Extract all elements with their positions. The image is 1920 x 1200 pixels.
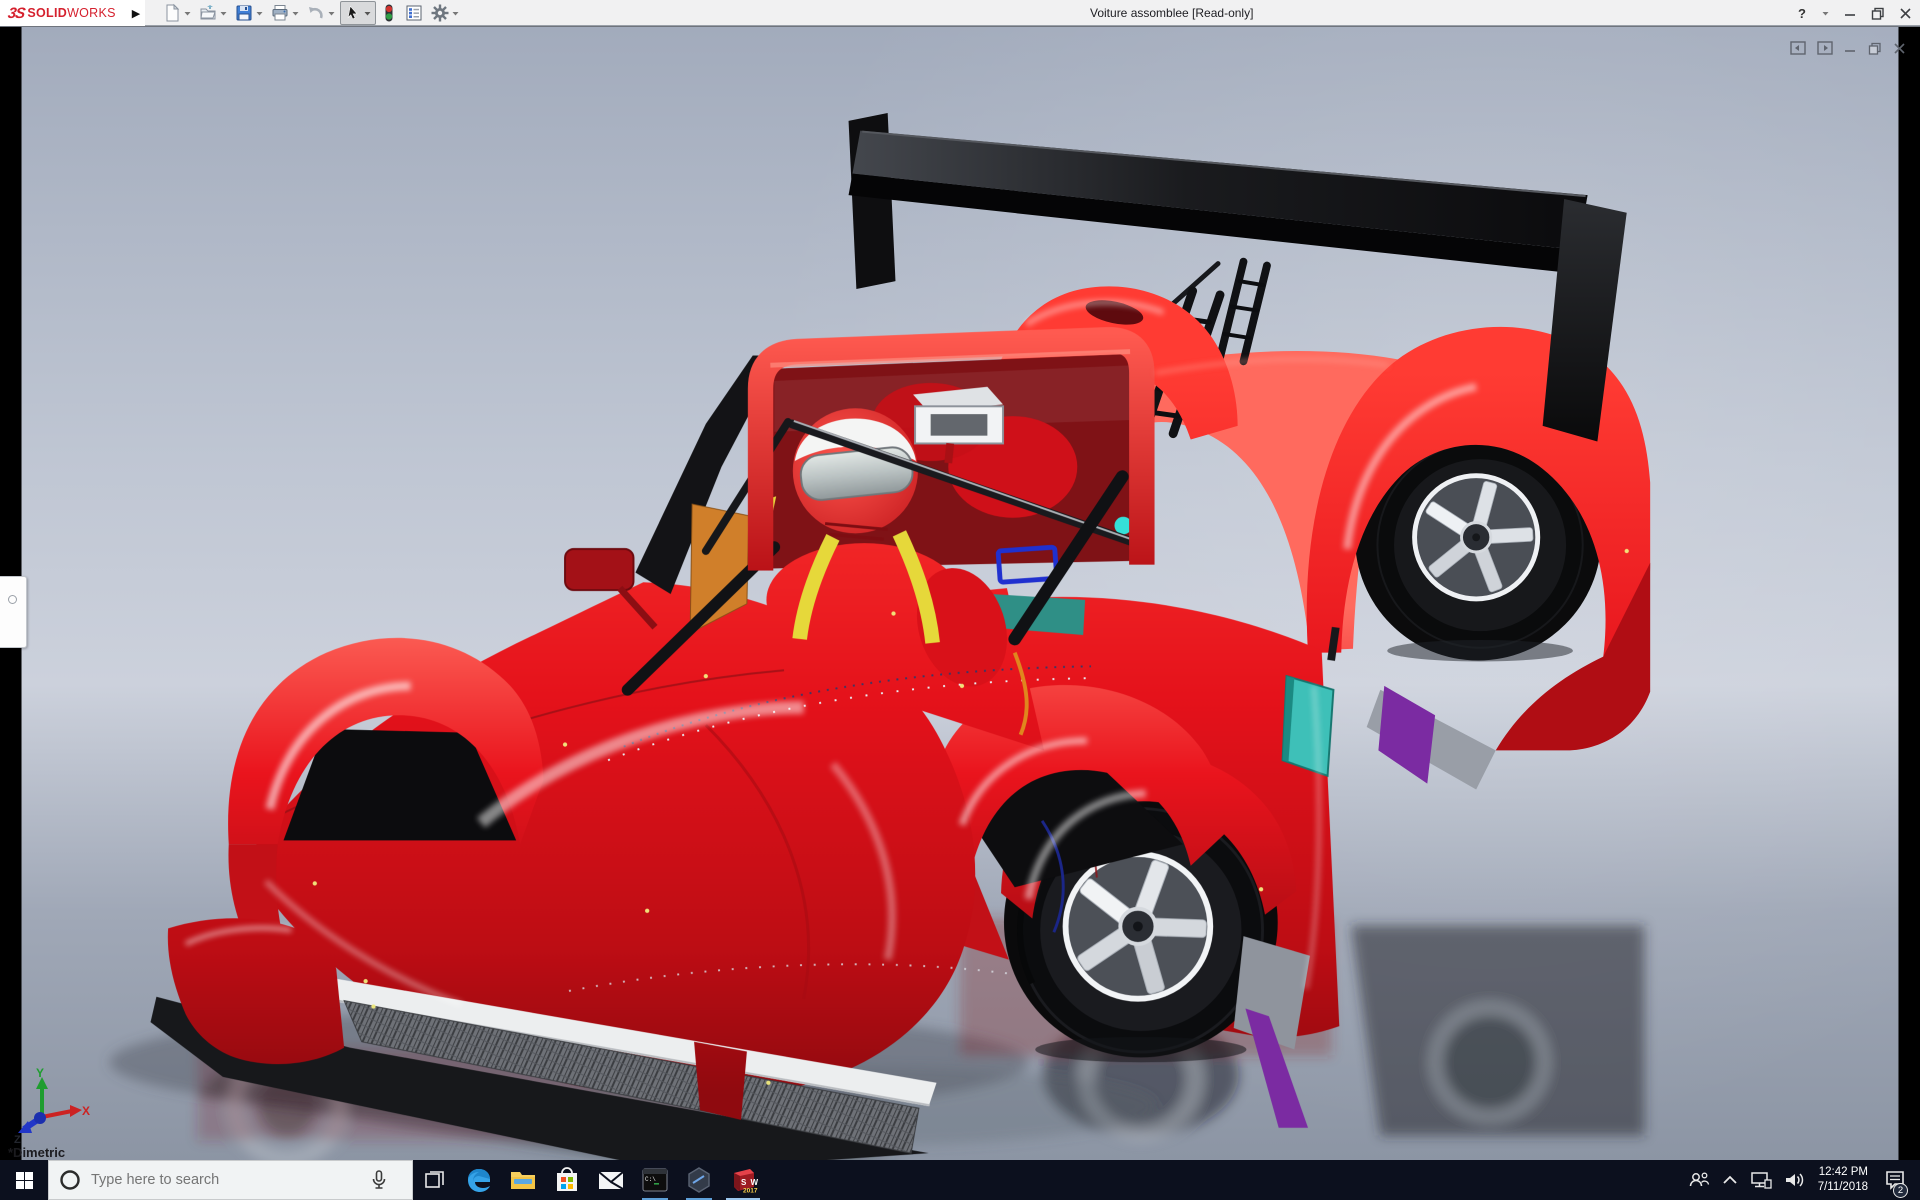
start-button[interactable]: [0, 1160, 48, 1200]
notification-badge: 2: [1893, 1183, 1908, 1198]
action-center-button[interactable]: 2: [1880, 1160, 1910, 1200]
doc-minimize-button[interactable]: [1844, 42, 1857, 55]
graphics-viewport[interactable]: Y X Z *Dimetric: [0, 26, 1920, 1161]
restore-button[interactable]: [1871, 7, 1885, 20]
menu-expand-button[interactable]: ▶: [127, 0, 145, 26]
clock-time: 12:42 PM: [1818, 1166, 1868, 1179]
select-cursor-icon: [347, 5, 358, 20]
taskbar-hexagon-app[interactable]: [677, 1160, 721, 1200]
network-icon[interactable]: [1750, 1171, 1772, 1189]
solidworks-2017-icon: S W 2017: [734, 1169, 758, 1195]
close-button[interactable]: [1899, 7, 1912, 20]
help-dropdown[interactable]: [1821, 9, 1830, 17]
hidden-icons-chevron[interactable]: [1722, 1175, 1738, 1185]
view-orientation-label: *Dimetric: [8, 1145, 66, 1160]
solidworks-logo-text-bold: SOLID: [27, 6, 68, 20]
cortana-icon: [60, 1170, 80, 1190]
undo-dropdown[interactable]: [327, 9, 336, 17]
triad-x-label: X: [82, 1104, 90, 1118]
taskbar-store[interactable]: [545, 1160, 589, 1200]
mail-icon: [598, 1171, 624, 1190]
print-dropdown[interactable]: [291, 9, 300, 17]
triad-y-label: Y: [36, 1066, 44, 1080]
doc-close-button[interactable]: [1893, 42, 1906, 55]
task-view-button[interactable]: [413, 1160, 457, 1200]
open-folder-icon: [200, 5, 216, 20]
command-prompt-icon: C:\: [642, 1168, 668, 1192]
people-icon[interactable]: [1688, 1170, 1710, 1190]
clock-date: 7/11/2018: [1817, 1181, 1868, 1193]
options-button[interactable]: [428, 1, 462, 25]
save-dropdown[interactable]: [255, 9, 264, 17]
quick-access-toolbar: [160, 0, 462, 26]
undo-icon: [309, 7, 323, 19]
doc-restore-button[interactable]: [1868, 42, 1882, 55]
undo-button[interactable]: [304, 1, 338, 25]
file-explorer-icon: [511, 1172, 535, 1189]
windows-logo-icon: [15, 1171, 33, 1189]
new-document-dropdown[interactable]: [183, 9, 192, 17]
save-floppy-icon: [236, 5, 252, 21]
open-document-button[interactable]: [196, 1, 230, 25]
solidworks-logo-text-light: WORKS: [67, 6, 116, 20]
windows-taskbar: C:\ S W 2017 12:42 PM 7/11/2018 2: [0, 1160, 1920, 1200]
document-title: Voiture assomblee [Read-only]: [1090, 6, 1254, 20]
solidworks-logo: 3S SOLID WORKS: [0, 0, 127, 26]
rebuild-button[interactable]: [378, 1, 400, 25]
search-input[interactable]: [91, 1172, 371, 1188]
document-window-controls: [1790, 41, 1906, 55]
hexagon-app-icon: [688, 1167, 710, 1193]
store-icon: [557, 1167, 577, 1191]
options-dropdown[interactable]: [451, 9, 460, 17]
file-properties-button[interactable]: [402, 1, 426, 25]
window-controls: ?: [1798, 0, 1912, 26]
new-document-button[interactable]: [160, 1, 194, 25]
svg-text:C:\: C:\: [645, 1176, 656, 1183]
solidworks-logo-mark: 3S: [6, 4, 26, 22]
new-document-icon: [166, 3, 180, 22]
taskbar-solidworks[interactable]: S W 2017: [721, 1160, 765, 1200]
volume-icon[interactable]: [1784, 1171, 1806, 1189]
pane-tab-arrow-icon: [8, 595, 17, 604]
select-tool-button[interactable]: [340, 1, 376, 25]
minimize-button[interactable]: [1844, 7, 1857, 20]
3d-model-view[interactable]: [0, 27, 1920, 1161]
svg-text:2017: 2017: [743, 1188, 758, 1195]
save-button[interactable]: [232, 1, 266, 25]
select-dropdown[interactable]: [363, 9, 372, 17]
edge-icon: [468, 1169, 490, 1192]
gear-icon: [431, 4, 449, 22]
print-icon: [272, 5, 288, 21]
taskbar-search[interactable]: [48, 1160, 413, 1200]
traffic-light-icon: [385, 4, 393, 22]
system-tray: 12:42 PM 7/11/2018 2: [1688, 1160, 1920, 1200]
taskbar-command-prompt[interactable]: C:\: [633, 1160, 677, 1200]
help-button[interactable]: ?: [1798, 6, 1806, 21]
feature-manager-tab[interactable]: [0, 576, 27, 648]
taskbar-edge[interactable]: [457, 1160, 501, 1200]
properties-list-icon: [406, 5, 422, 21]
orientation-triad: Y X Z: [14, 1066, 90, 1143]
print-button[interactable]: [268, 1, 302, 25]
taskbar-mail[interactable]: [589, 1160, 633, 1200]
triad-z-label: Z: [14, 1134, 21, 1143]
taskbar-clock[interactable]: 12:42 PM 7/11/2018: [1818, 1165, 1868, 1195]
microphone-icon[interactable]: [371, 1170, 387, 1190]
open-dropdown[interactable]: [219, 9, 228, 17]
pane-forward-button[interactable]: [1817, 41, 1833, 55]
pane-back-button[interactable]: [1790, 41, 1806, 55]
title-bar: 3S SOLID WORKS ▶ Voiture assomblee [Read…: [0, 0, 1920, 26]
taskbar-file-explorer[interactable]: [501, 1160, 545, 1200]
svg-text:S W: S W: [741, 1178, 758, 1187]
task-view-icon: [425, 1171, 444, 1188]
